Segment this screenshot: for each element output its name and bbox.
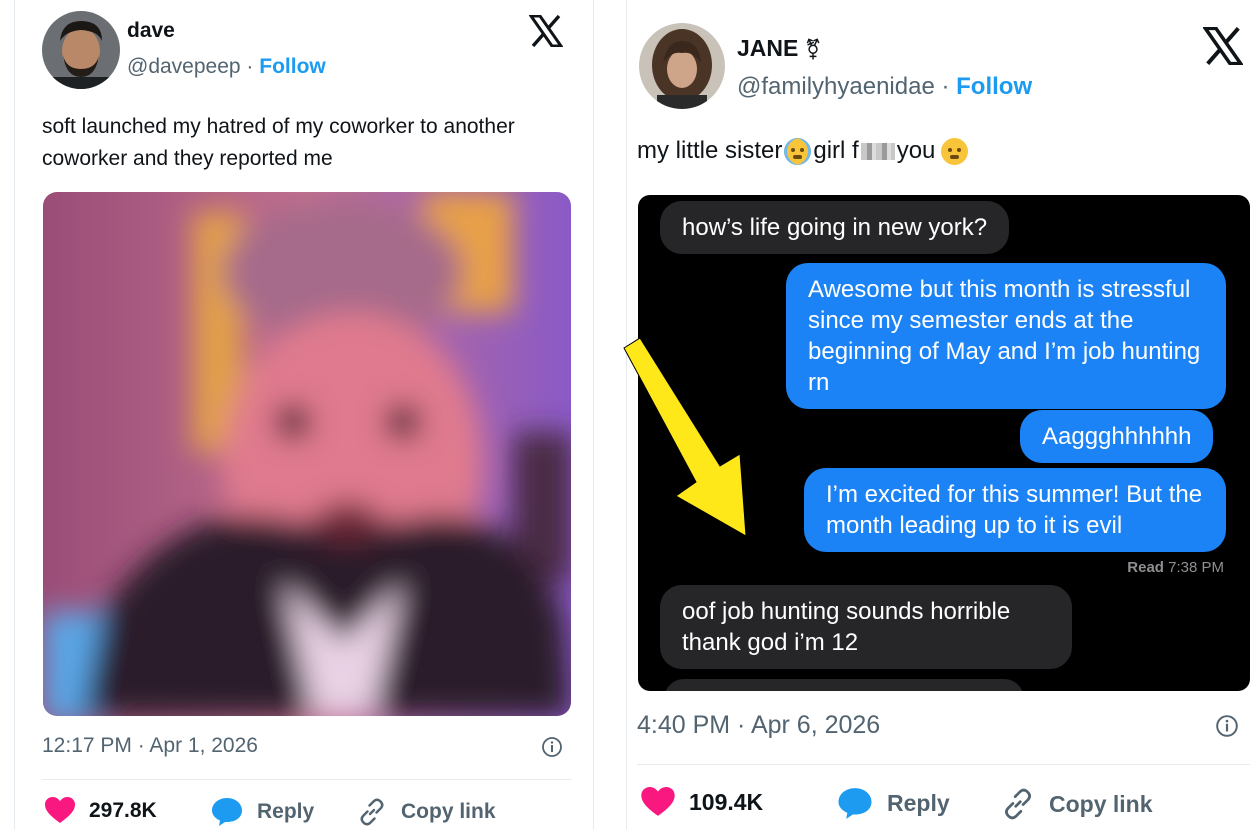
tweet-text-part2: girl f [813, 137, 859, 164]
message-outgoing: I’m excited for this summer! But the mon… [804, 468, 1226, 552]
reply-button[interactable]: Reply [211, 797, 314, 827]
transgender-symbol-icon: ⚧ [804, 37, 822, 61]
handle-line: @davepeep · Follow [127, 55, 326, 79]
like-button[interactable]: 297.8K [45, 797, 157, 824]
pensive-emoji-icon [941, 137, 969, 165]
display-name-text: JANE [737, 35, 799, 61]
tweet-media-image[interactable] [43, 192, 571, 716]
copy-link-label: Copy link [1049, 790, 1153, 817]
copy-link-button[interactable]: Copy link [357, 797, 496, 827]
read-receipt: Read 7:38 PM [1127, 559, 1224, 576]
x-logo-icon[interactable] [1201, 26, 1245, 70]
speech-bubble-icon [838, 788, 872, 819]
censored-word [860, 142, 895, 160]
copy-link-label: Copy link [401, 800, 496, 823]
separator: · [240, 55, 260, 78]
like-button[interactable]: 109.4K [641, 787, 763, 817]
message-incoming: oof job hunting sounds horrible thank go… [660, 585, 1072, 669]
separator: · [934, 73, 957, 100]
avatar[interactable] [639, 23, 725, 109]
like-count: 297.8K [89, 798, 157, 822]
tweet-text-part1: my little sister [637, 137, 783, 164]
tweet-text: soft launched my hatred of my coworker t… [42, 115, 515, 170]
reply-label: Reply [257, 800, 315, 823]
message-outgoing: Aaggghhhhhh [1020, 410, 1214, 463]
crying-emoji-icon [784, 137, 812, 165]
handle[interactable]: @familyhyaenidae [737, 73, 935, 100]
handle-line: @familyhyaenidae · Follow [737, 73, 1032, 101]
like-count: 109.4K [689, 788, 764, 815]
message-outgoing: Awesome but this month is stressful sinc… [786, 263, 1226, 409]
link-icon [1005, 788, 1031, 820]
reply-button[interactable]: Reply [837, 787, 950, 820]
avatar-photo-jane [639, 23, 725, 109]
tweet-text: my little sister girl f you [637, 137, 970, 165]
divider [42, 779, 572, 780]
speech-bubble-icon [212, 798, 242, 826]
message-incoming-partial [664, 679, 1024, 691]
info-icon[interactable] [1215, 714, 1239, 743]
handle[interactable]: @davepeep [127, 55, 241, 78]
read-time: 7:38 PM [1168, 559, 1224, 576]
info-icon[interactable] [541, 736, 563, 763]
divider [637, 764, 1250, 765]
display-name[interactable]: JANE ⚧ [737, 35, 822, 62]
message-incoming: how’s life going in new york? [660, 201, 1010, 254]
avatar[interactable] [42, 11, 120, 89]
read-label: Read [1127, 559, 1164, 576]
heart-icon [45, 797, 75, 823]
timestamp[interactable]: 4:40 PM · Apr 6, 2026 [637, 711, 880, 740]
x-logo-icon[interactable] [528, 14, 564, 52]
follow-button[interactable]: Follow [956, 73, 1032, 100]
reply-label: Reply [887, 790, 950, 816]
heart-icon [641, 787, 675, 816]
tweet-text-part3: you [896, 137, 936, 164]
timestamp[interactable]: 12:17 PM · Apr 1, 2026 [42, 734, 258, 758]
display-name[interactable]: dave [127, 19, 175, 43]
copy-link-button[interactable]: Copy link [1001, 787, 1153, 821]
tweet-card-dave: dave @davepeep · Follow soft launched my… [14, 0, 594, 830]
follow-button[interactable]: Follow [259, 55, 326, 78]
link-icon [360, 798, 384, 826]
yellow-arrow-icon [618, 336, 758, 551]
blurry-child-photo [43, 192, 571, 716]
avatar-photo-dave [42, 11, 120, 89]
